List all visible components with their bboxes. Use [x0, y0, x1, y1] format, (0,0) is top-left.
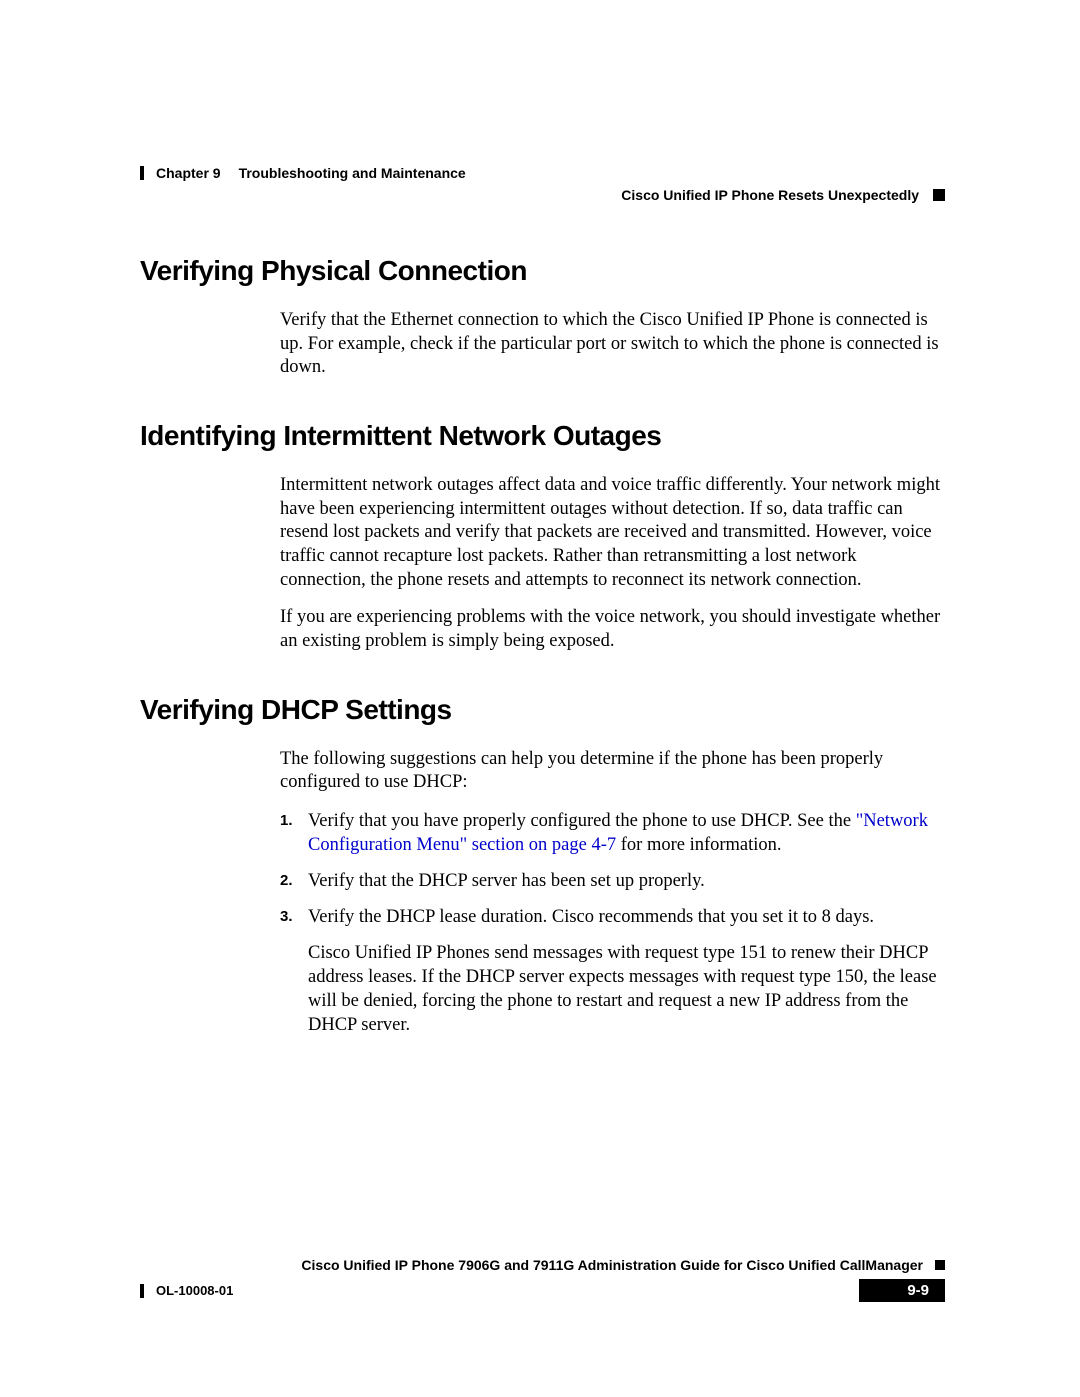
- header-top-row: Chapter 9 Troubleshooting and Maintenanc…: [140, 165, 945, 181]
- paragraph: Intermittent network outages affect data…: [280, 474, 945, 592]
- list-item: Verify that you have properly configured…: [280, 809, 945, 857]
- list-item: Verify that the DHCP server has been set…: [280, 869, 945, 893]
- list-item-text: Verify that you have properly configured…: [308, 811, 856, 831]
- footer-bottom-row: OL-10008-01 9-9: [140, 1279, 945, 1302]
- paragraph: Verify that the Ethernet connection to w…: [280, 309, 945, 380]
- section-body: Intermittent network outages affect data…: [280, 474, 945, 654]
- chapter-label: Chapter 9: [156, 165, 221, 181]
- page-header: Chapter 9 Troubleshooting and Maintenanc…: [140, 165, 945, 203]
- list-item-text: for more information.: [616, 835, 781, 855]
- book-title: Cisco Unified IP Phone 7906G and 7911G A…: [301, 1257, 923, 1273]
- page-content: Verifying Physical Connection Verify tha…: [140, 165, 945, 1037]
- heading-network-outages: Identifying Intermittent Network Outages: [140, 420, 945, 452]
- footer-title-row: Cisco Unified IP Phone 7906G and 7911G A…: [140, 1257, 945, 1273]
- document-page: Chapter 9 Troubleshooting and Maintenanc…: [0, 0, 1080, 1397]
- page-number: 9-9: [859, 1279, 945, 1302]
- footer-left: OL-10008-01: [140, 1283, 233, 1298]
- header-rule-icon: [140, 166, 144, 180]
- paragraph: Cisco Unified IP Phones send messages wi…: [308, 941, 945, 1037]
- paragraph: The following suggestions can help you d…: [280, 748, 945, 795]
- list-item-text: Verify that the DHCP server has been set…: [308, 871, 705, 891]
- section-body: Verify that the Ethernet connection to w…: [280, 309, 945, 380]
- square-marker-icon: [933, 189, 945, 201]
- header-sub-row: Cisco Unified IP Phone Resets Unexpected…: [140, 187, 945, 203]
- footer-rule-icon: [140, 1284, 144, 1298]
- square-marker-icon: [935, 1260, 945, 1270]
- section-reference: Cisco Unified IP Phone Resets Unexpected…: [621, 187, 919, 203]
- list-item-text: Verify the DHCP lease duration. Cisco re…: [308, 907, 874, 927]
- paragraph: If you are experiencing problems with th…: [280, 606, 945, 653]
- document-id: OL-10008-01: [156, 1283, 233, 1298]
- chapter-title: Troubleshooting and Maintenance: [239, 165, 466, 181]
- section-body: The following suggestions can help you d…: [280, 748, 945, 1038]
- heading-dhcp-settings: Verifying DHCP Settings: [140, 694, 945, 726]
- page-footer: Cisco Unified IP Phone 7906G and 7911G A…: [140, 1257, 945, 1302]
- ordered-list: Verify that you have properly configured…: [280, 809, 945, 929]
- list-item: Verify the DHCP lease duration. Cisco re…: [280, 905, 945, 929]
- heading-physical-connection: Verifying Physical Connection: [140, 255, 945, 287]
